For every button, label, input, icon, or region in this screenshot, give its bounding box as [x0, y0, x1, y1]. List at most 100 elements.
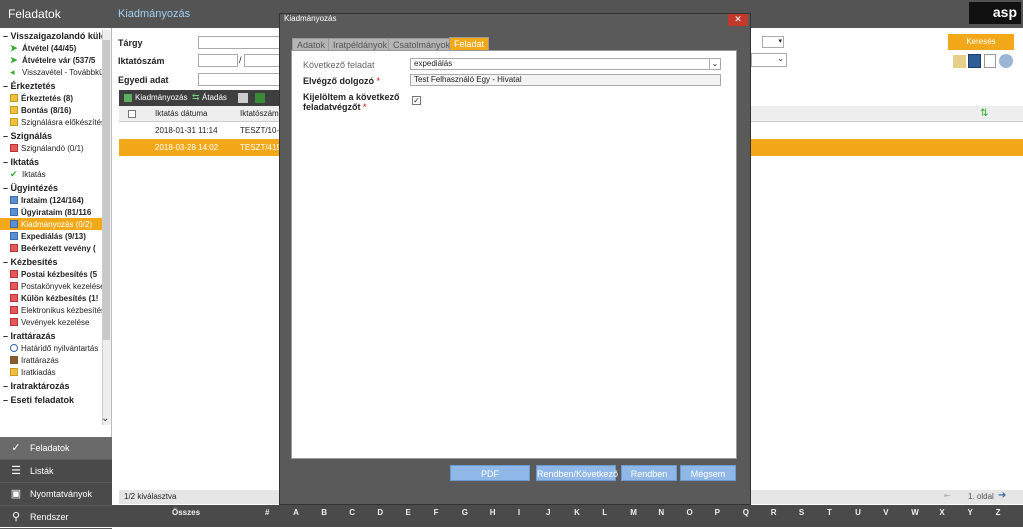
sidebar-section-header[interactable]: – Szignálás — [0, 130, 111, 142]
sidebar-section-header[interactable]: – Érkeztetés — [0, 80, 111, 92]
first-page-icon[interactable]: ⇤ — [944, 491, 951, 500]
bottom-nav-item[interactable]: ✓ Feladatok — [0, 437, 112, 460]
alphabet-letter-link[interactable]: F — [434, 508, 439, 517]
egyedi-adat-input[interactable] — [198, 73, 288, 86]
new-document-icon[interactable] — [984, 54, 996, 68]
ok-next-button[interactable]: Rendben/Következő — [536, 465, 618, 481]
alphabet-letter-link[interactable]: Z — [996, 508, 1001, 517]
save-icon[interactable] — [968, 54, 981, 68]
sidebar-item[interactable]: Postai kézbesítés (5 — [0, 268, 111, 280]
folder-icon — [10, 118, 18, 126]
dialog-close-button[interactable]: ✕ — [728, 14, 748, 26]
sidebar-item[interactable]: Szignálandó (0/1) — [0, 142, 111, 154]
sidebar-section-title: Kézbesítés — [10, 257, 58, 267]
sidebar-item-label: Ügyirataim (81/116 — [21, 207, 92, 217]
alphabet-letter-link[interactable]: H — [490, 508, 496, 517]
alphabet-letter-link[interactable]: E — [406, 508, 411, 517]
clear-icon[interactable] — [999, 54, 1013, 68]
refresh-icon[interactable]: ⇅ — [980, 108, 988, 119]
alphabet-total-link[interactable]: Összes — [172, 508, 200, 517]
alphabet-letter-link[interactable]: X — [939, 508, 944, 517]
sidebar-item[interactable]: Expediálás (9/13) — [0, 230, 111, 242]
next-task-select[interactable]: expediálás ⌄ — [410, 58, 721, 70]
ok-button[interactable]: Rendben — [621, 465, 677, 481]
sidebar-section-header[interactable]: – Kézbesítés — [0, 256, 111, 268]
alphabet-letter-link[interactable]: M — [630, 508, 637, 517]
sidebar-item[interactable]: Határidő nyilvántartás — [0, 342, 111, 354]
sidebar-item[interactable]: Irataim (124/164) — [0, 194, 111, 206]
sidebar-item[interactable]: Külön kézbesítés (1! — [0, 292, 111, 304]
sidebar-item[interactable]: Szignálásra előkészítés — [0, 116, 111, 128]
alphabet-letter-link[interactable]: L — [602, 508, 607, 517]
alphabet-letter-link[interactable]: Q — [743, 508, 749, 517]
alphabet-letter-link[interactable]: V — [883, 508, 888, 517]
sidebar-section-header[interactable]: – Irattárazás — [0, 330, 111, 342]
alphabet-letter-link[interactable]: B — [321, 508, 327, 517]
sidebar-item[interactable]: Irattárazás — [0, 354, 111, 366]
pdf-button[interactable]: PDF — [450, 465, 530, 481]
next-page-icon[interactable]: ➔ — [998, 490, 1006, 501]
sidebar-item[interactable]: Vevények kezelése — [0, 316, 111, 328]
flag-select[interactable]: ▾ — [762, 36, 784, 48]
alphabet-letter-link[interactable]: # — [265, 508, 269, 517]
search-button[interactable]: Keresés — [948, 34, 1014, 50]
column-header-number[interactable]: Iktatószám — [240, 109, 279, 118]
sidebar-item[interactable]: ➤ Átvételre vár (537/5 — [0, 54, 111, 66]
sidebar-section-header[interactable]: – Visszaigazolandó küldem — [0, 30, 111, 42]
alphabet-letter-link[interactable]: A — [293, 508, 299, 517]
alphabet-letter-link[interactable]: J — [546, 508, 550, 517]
bottom-nav-item[interactable]: ☰ Listák — [0, 460, 112, 483]
alphabet-letter-link[interactable]: D — [377, 508, 383, 517]
document-icon — [10, 196, 18, 204]
alphabet-letter-link[interactable]: C — [349, 508, 355, 517]
sidebar-item[interactable]: Ügyirataim (81/116 — [0, 206, 111, 218]
bottom-nav-item[interactable]: ▣ Nyomtatványok — [0, 483, 112, 506]
alphabet-letter-link[interactable]: U — [855, 508, 861, 517]
bottom-nav-item[interactable]: ⚲ Rendszer — [0, 506, 112, 529]
kiadmanyozas-button[interactable]: Kiadmányozás — [135, 93, 187, 102]
alphabet-letter-link[interactable]: K — [574, 508, 580, 517]
print-icon[interactable] — [238, 93, 248, 103]
sidebar-item[interactable]: ➤ Átvétel (44/45) — [0, 42, 111, 54]
sidebar-section-header[interactable]: – Ügyintézés — [0, 182, 111, 194]
atadas-button[interactable]: Átadás — [202, 93, 227, 102]
scroll-down-icon[interactable]: ⌄ — [101, 413, 109, 424]
alphabet-letter-link[interactable]: I — [518, 508, 520, 517]
sidebar-item-label: Szignálandó (0/1) — [21, 143, 84, 153]
sidebar-item[interactable]: Elektronikus kézbesítés — [0, 304, 111, 316]
alphabet-letter-link[interactable]: Y — [968, 508, 973, 517]
alphabet-letter-link[interactable]: T — [827, 508, 832, 517]
sidebar-item[interactable]: Iratkiadás — [0, 366, 111, 378]
tab-feladat[interactable]: Feladat — [449, 37, 490, 51]
sidebar-section-header[interactable]: – Eseti feladatok — [0, 394, 111, 406]
declare-checkbox[interactable]: ✓ — [412, 96, 421, 105]
folder-icon — [10, 94, 18, 102]
excel-icon[interactable] — [255, 93, 265, 103]
sidebar-section-header[interactable]: – Iktatás — [0, 156, 111, 168]
alphabet-letter-link[interactable]: G — [462, 508, 468, 517]
cancel-button[interactable]: Mégsem — [680, 465, 736, 481]
alphabet-letter-link[interactable]: S — [799, 508, 804, 517]
alphabet-letter-link[interactable]: R — [771, 508, 777, 517]
iktatoszam-input-1[interactable] — [198, 54, 238, 67]
filter-select[interactable]: ⌄ — [751, 53, 787, 67]
assignee-field[interactable]: Test Felhasználó Egy - Hivatal — [410, 74, 721, 86]
sidebar-scroll-thumb[interactable] — [103, 40, 110, 340]
sidebar-item[interactable]: ✔ Iktatás — [0, 168, 111, 180]
select-all-checkbox[interactable] — [128, 110, 136, 118]
alphabet-letter-link[interactable]: W — [911, 508, 919, 517]
alphabet-letter-link[interactable]: N — [658, 508, 664, 517]
sidebar-item[interactable]: ◂ Visszavétel - Továbbküldé — [0, 66, 111, 78]
alphabet-letter-link[interactable]: O — [687, 508, 693, 517]
handover-icon: ⇆ — [192, 92, 200, 102]
targy-input[interactable] — [198, 36, 288, 49]
sidebar-item[interactable]: Postakönyvek kezelése — [0, 280, 111, 292]
sidebar-item[interactable]: Beérkezett vevény ( — [0, 242, 111, 254]
folder-icon[interactable] — [953, 55, 966, 68]
sidebar-section-header[interactable]: – Iratraktározás — [0, 380, 111, 392]
alphabet-letter-link[interactable]: P — [715, 508, 720, 517]
sidebar-item[interactable]: Érkeztetés (8) — [0, 92, 111, 104]
column-header-date[interactable]: Iktatás dátuma — [155, 109, 207, 118]
sidebar-item[interactable]: Bontás (8/16) — [0, 104, 111, 116]
sidebar-item[interactable]: Kiadmányozás (0/2) — [0, 218, 111, 230]
